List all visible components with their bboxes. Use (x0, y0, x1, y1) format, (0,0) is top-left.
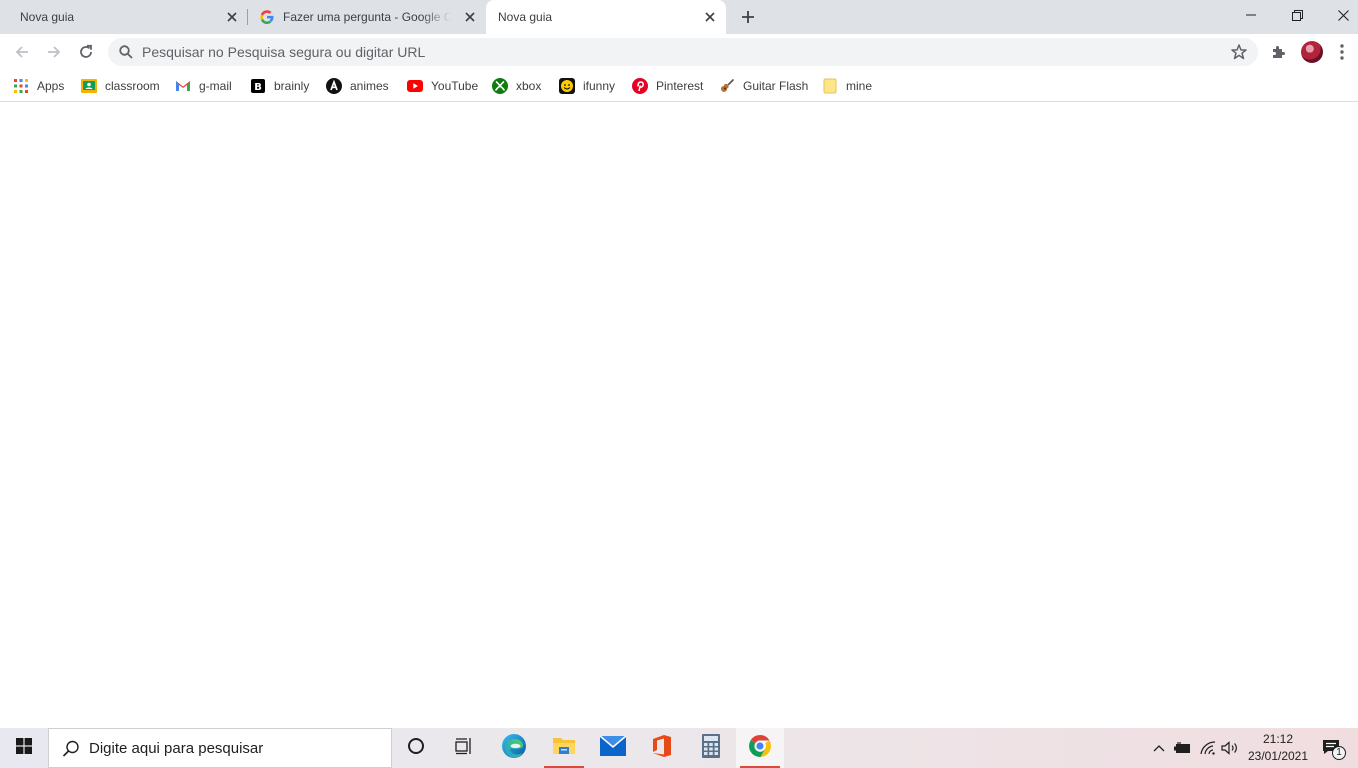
bookmark-gmail[interactable]: g-mail (175, 76, 232, 96)
youtube-icon (407, 78, 423, 94)
guitar-icon (719, 78, 735, 94)
bookmark-label: g-mail (199, 79, 232, 93)
office-taskbar-app[interactable] (638, 728, 686, 768)
forward-button[interactable] (42, 40, 66, 64)
bookmark-label: mine (846, 79, 873, 93)
taskbar-search-box[interactable]: Digite aqui para pesquisar (48, 728, 392, 768)
search-icon (118, 44, 134, 60)
volume-icon[interactable] (1220, 738, 1240, 758)
bookmark-xbox[interactable]: xbox (492, 76, 541, 96)
task-view-icon (455, 737, 473, 760)
reload-button[interactable] (74, 40, 98, 64)
restore-button[interactable] (1274, 0, 1320, 30)
bookmark-label: ifunny (583, 79, 616, 93)
brainly-icon: B (250, 78, 266, 94)
apps-grid-icon (13, 78, 29, 94)
new-tab-button[interactable] (738, 7, 758, 27)
omnibox[interactable]: Pesquisar no Pesquisa segura ou digitar … (108, 38, 1258, 66)
bookmark-pinterest[interactable]: Pinterest (632, 76, 703, 96)
omnibox-placeholder: Pesquisar no Pesquisa segura ou digitar … (142, 44, 426, 60)
tab-title: Nova guia (20, 10, 75, 24)
back-button[interactable] (10, 40, 34, 64)
animes-icon (326, 78, 342, 94)
calculator-taskbar-app[interactable] (687, 728, 735, 768)
chrome-taskbar-app[interactable] (736, 728, 784, 768)
bookmark-label: Pinterest (656, 79, 704, 93)
calculator-icon (702, 733, 720, 763)
tab-fazer-pergunta[interactable]: Fazer uma pergunta - Google Ch (248, 0, 486, 34)
task-view-button[interactable] (440, 728, 488, 768)
tab-close-icon[interactable] (702, 9, 718, 25)
ifunny-icon (559, 78, 575, 94)
notification-badge: 1 (1332, 746, 1346, 760)
pinterest-icon (632, 78, 648, 94)
cortana-circle-icon (407, 737, 425, 760)
tab-title: Fazer uma pergunta - Google Ch (283, 10, 451, 24)
bookmark-label: YouTube (431, 79, 479, 93)
bookmark-guitar-flash[interactable]: Guitar Flash (719, 76, 808, 96)
gmail-icon (175, 78, 191, 94)
bookmark-ifunny[interactable]: ifunny (559, 76, 615, 96)
folder-icon (552, 735, 576, 762)
tab-title: Nova guia (498, 10, 553, 24)
taskbar-search-placeholder: Digite aqui para pesquisar (89, 740, 264, 757)
cortana-button[interactable] (392, 728, 440, 768)
windows-taskbar: Digite aqui para pesquisar 21:12 23/01/2… (0, 728, 1358, 768)
office-logo-icon (651, 734, 673, 763)
windows-start-button[interactable] (0, 728, 48, 768)
bookmarks-bar: Apps classroom g-mail B brainly animes Y… (0, 70, 1358, 102)
tab-close-icon[interactable] (462, 9, 478, 25)
minimize-button[interactable] (1228, 0, 1274, 30)
tab-nova-guia-active[interactable]: Nova guia (486, 0, 726, 34)
mail-envelope-icon (599, 734, 627, 761)
clock-date: 23/01/2021 (1247, 749, 1309, 763)
page-content[interactable] (0, 103, 1358, 728)
menu-kebab-icon[interactable] (1332, 42, 1352, 62)
action-center-button[interactable]: 1 (1320, 737, 1346, 760)
bookmark-brainly[interactable]: B brainly (250, 76, 309, 96)
tab-strip: Nova guia Fazer uma pergunta - Google Ch… (0, 0, 1358, 34)
tab-close-icon[interactable] (224, 9, 240, 25)
google-g-icon (259, 9, 275, 25)
close-window-button[interactable] (1320, 0, 1358, 30)
bookmark-label: xbox (516, 79, 542, 93)
extensions-puzzle-icon[interactable] (1269, 42, 1289, 62)
browser-toolbar: Pesquisar no Pesquisa segura ou digitar … (0, 34, 1358, 70)
classroom-icon (81, 78, 97, 94)
xbox-icon (492, 78, 508, 94)
mail-taskbar-app[interactable] (589, 728, 637, 768)
bookmark-classroom[interactable]: classroom (81, 76, 160, 96)
bookmark-apps[interactable]: Apps (13, 76, 64, 96)
bookmark-label: brainly (274, 79, 310, 93)
wifi-icon[interactable] (1198, 738, 1218, 758)
search-icon (61, 739, 81, 759)
show-hidden-icons-button[interactable] (1149, 738, 1169, 758)
bookmark-label: animes (350, 79, 389, 93)
windows-logo-icon (16, 737, 32, 759)
edge-taskbar-app[interactable] (490, 728, 538, 768)
tab-nova-guia-1[interactable]: Nova guia (8, 0, 246, 34)
bookmark-folder-mine[interactable]: mine (822, 76, 872, 96)
file-explorer-taskbar-app[interactable] (540, 728, 588, 768)
clock-time: 21:12 (1262, 732, 1294, 746)
taskbar-clock[interactable]: 21:12 23/01/2021 (1244, 731, 1312, 765)
bookmark-label: Apps (37, 79, 65, 93)
edge-icon (501, 733, 527, 764)
folder-icon (822, 78, 838, 94)
chrome-icon (748, 734, 772, 763)
svg-text:B: B (254, 82, 262, 93)
bookmark-label: classroom (105, 79, 160, 93)
bookmark-star-icon[interactable] (1230, 43, 1248, 61)
bookmark-animes[interactable]: animes (326, 76, 389, 96)
battery-icon[interactable] (1173, 738, 1193, 758)
bookmark-label: Guitar Flash (743, 79, 809, 93)
profile-avatar[interactable] (1301, 41, 1323, 63)
bookmark-youtube[interactable]: YouTube (407, 76, 478, 96)
